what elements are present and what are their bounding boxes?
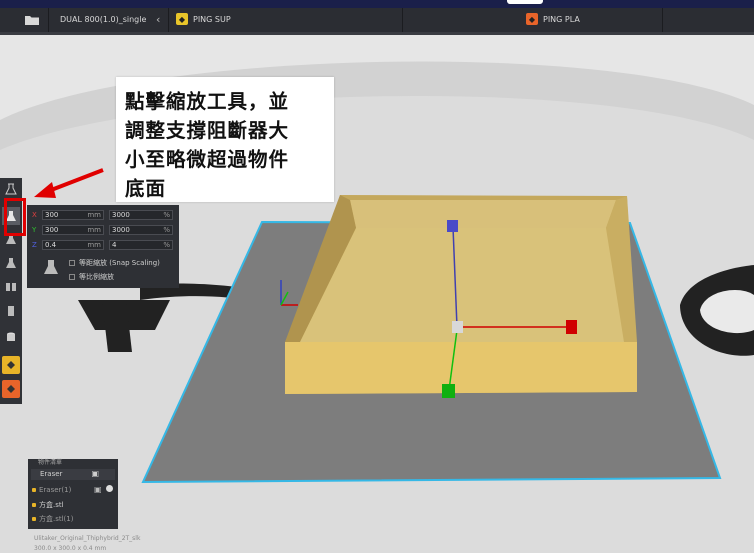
scale-z-mm-input[interactable]: 0.4 mm <box>42 240 104 250</box>
scale-z-mm-value: 0.4 <box>45 241 57 249</box>
chevron-left-icon[interactable]: ‹ <box>156 13 160 26</box>
extruder-1-button[interactable] <box>2 356 20 374</box>
uniform-scale-handle[interactable] <box>452 321 463 333</box>
scale-y-mm-input[interactable]: 300 mm <box>42 225 104 235</box>
reset-scale-icon <box>44 260 58 274</box>
y-axis-handle[interactable] <box>442 384 455 398</box>
object-box-inner-back <box>350 200 616 228</box>
object-list-filter-label: Eraser <box>40 470 63 478</box>
scale-z-percent-input[interactable]: 4% <box>109 240 173 250</box>
list-item-label: 方盒.stl <box>39 501 64 509</box>
extruder-tab-pla[interactable]: PING PLA <box>543 15 580 24</box>
mirror-tool-icon <box>6 258 16 268</box>
unit-label: % <box>163 211 170 219</box>
object-list-filter[interactable]: Eraser ▣ <box>31 469 115 480</box>
unit-label: % <box>163 241 170 249</box>
callout-line: 底面 <box>125 177 167 200</box>
top-toolbar: DUAL 800(1.0)_single ‹ ◆ PING SUP ◆ PING… <box>0 8 754 32</box>
scale-x-percent-input[interactable]: 3000% <box>109 210 173 220</box>
extruder-2-button[interactable] <box>2 380 20 398</box>
instruction-callout: 點擊縮放工具，並 調整支撐阻斷器大 小至略微超過物件 底面 <box>116 77 334 202</box>
callout-line: 小至略微超過物件 <box>125 148 290 171</box>
unit-label: mm <box>87 241 101 249</box>
scale-x-mm-input[interactable]: 300 mm <box>42 210 104 220</box>
support-icon: ◆ <box>176 13 188 25</box>
list-item-label: Eraser(1) <box>39 486 72 494</box>
scale-y-mm-value: 300 <box>45 226 59 234</box>
extruder-2-icon <box>7 385 15 393</box>
title-bar <box>0 0 754 8</box>
scale-tool-panel: X 300 mm 3000% Y 300 mm 3000% Z 0.4 mm 4% 等… <box>27 205 179 288</box>
filament-icon: ◆ <box>526 13 538 25</box>
list-item[interactable]: Eraser(1) <box>32 486 71 494</box>
scale-x-percent-value: 3000 <box>112 211 130 219</box>
object-list-panel: 物件清單 Eraser ▣ Eraser(1) ▣ 方盒.stl 方盒.stl(… <box>28 459 118 529</box>
extruder-dot <box>32 503 36 507</box>
toolbar-divider <box>48 8 49 32</box>
scale-x-mm-value: 300 <box>45 211 59 219</box>
z-axis-handle[interactable] <box>447 220 458 232</box>
scale-y-percent-input[interactable]: 3000% <box>109 225 173 235</box>
print-profile-text: Ulitaker_Original_Thiphybrid_2T_slk <box>34 535 141 542</box>
scale-z-percent-value: 4 <box>112 241 117 249</box>
axis-label-y: Y <box>32 226 37 234</box>
list-item[interactable]: 方盒.stl(1) <box>32 514 73 524</box>
unit-label: mm <box>87 226 101 234</box>
move-tool-button[interactable] <box>2 180 20 198</box>
snap-scaling-label: 等距縮放 (Snap Scaling) <box>79 259 160 267</box>
cylinder-icon <box>7 332 15 341</box>
folder-icon <box>25 16 39 25</box>
highlight-box <box>4 198 26 236</box>
uniform-scaling-label: 等比例縮放 <box>79 273 114 281</box>
callout-line: 點擊縮放工具，並 <box>125 90 290 113</box>
list-item[interactable]: 方盒.stl <box>32 500 64 510</box>
scale-y-percent-value: 3000 <box>112 226 130 234</box>
visibility-icon[interactable] <box>106 485 113 492</box>
extruder-tab-support[interactable]: PING SUP <box>193 15 231 24</box>
axis-label-z: Z <box>32 241 37 249</box>
layer-view-button[interactable] <box>2 328 20 346</box>
machine-selector[interactable]: DUAL 800(1.0)_single <box>60 15 146 24</box>
extruder-dot <box>32 488 36 492</box>
toolbar-divider <box>662 8 663 32</box>
axis-label-x: X <box>32 211 37 219</box>
model-dimensions-text: 300.0 x 300.0 x 0.4 mm <box>34 545 107 552</box>
uniform-scaling-checkbox[interactable] <box>69 274 75 280</box>
toolbar-divider <box>402 8 403 32</box>
open-file-button[interactable] <box>18 12 46 28</box>
extruder-1-icon <box>7 361 15 369</box>
support-blocker-icon <box>8 306 14 316</box>
per-model-settings-icon <box>6 283 16 291</box>
per-model-settings-button[interactable] <box>2 278 20 296</box>
x-axis-handle[interactable] <box>566 320 577 334</box>
object-list-header: 物件清單 <box>38 459 63 466</box>
list-item-label: 方盒.stl(1) <box>39 515 74 523</box>
support-blocker-button[interactable] <box>2 302 20 320</box>
extruder-dot <box>32 517 36 521</box>
unit-label: mm <box>87 211 101 219</box>
toolbar-divider <box>168 8 169 32</box>
tool-icon: ▣ <box>94 485 102 494</box>
callout-line: 調整支撐阻斷器大 <box>125 119 290 142</box>
unit-label: % <box>163 226 170 234</box>
reset-scale-button[interactable] <box>41 257 61 277</box>
filter-icon: ▣ <box>91 469 99 478</box>
move-tool-icon <box>5 183 17 195</box>
window-tab-indicator[interactable] <box>507 0 543 4</box>
mirror-tool-button[interactable] <box>2 254 20 272</box>
object-box-front <box>285 342 637 394</box>
snap-scaling-checkbox[interactable] <box>69 260 75 266</box>
